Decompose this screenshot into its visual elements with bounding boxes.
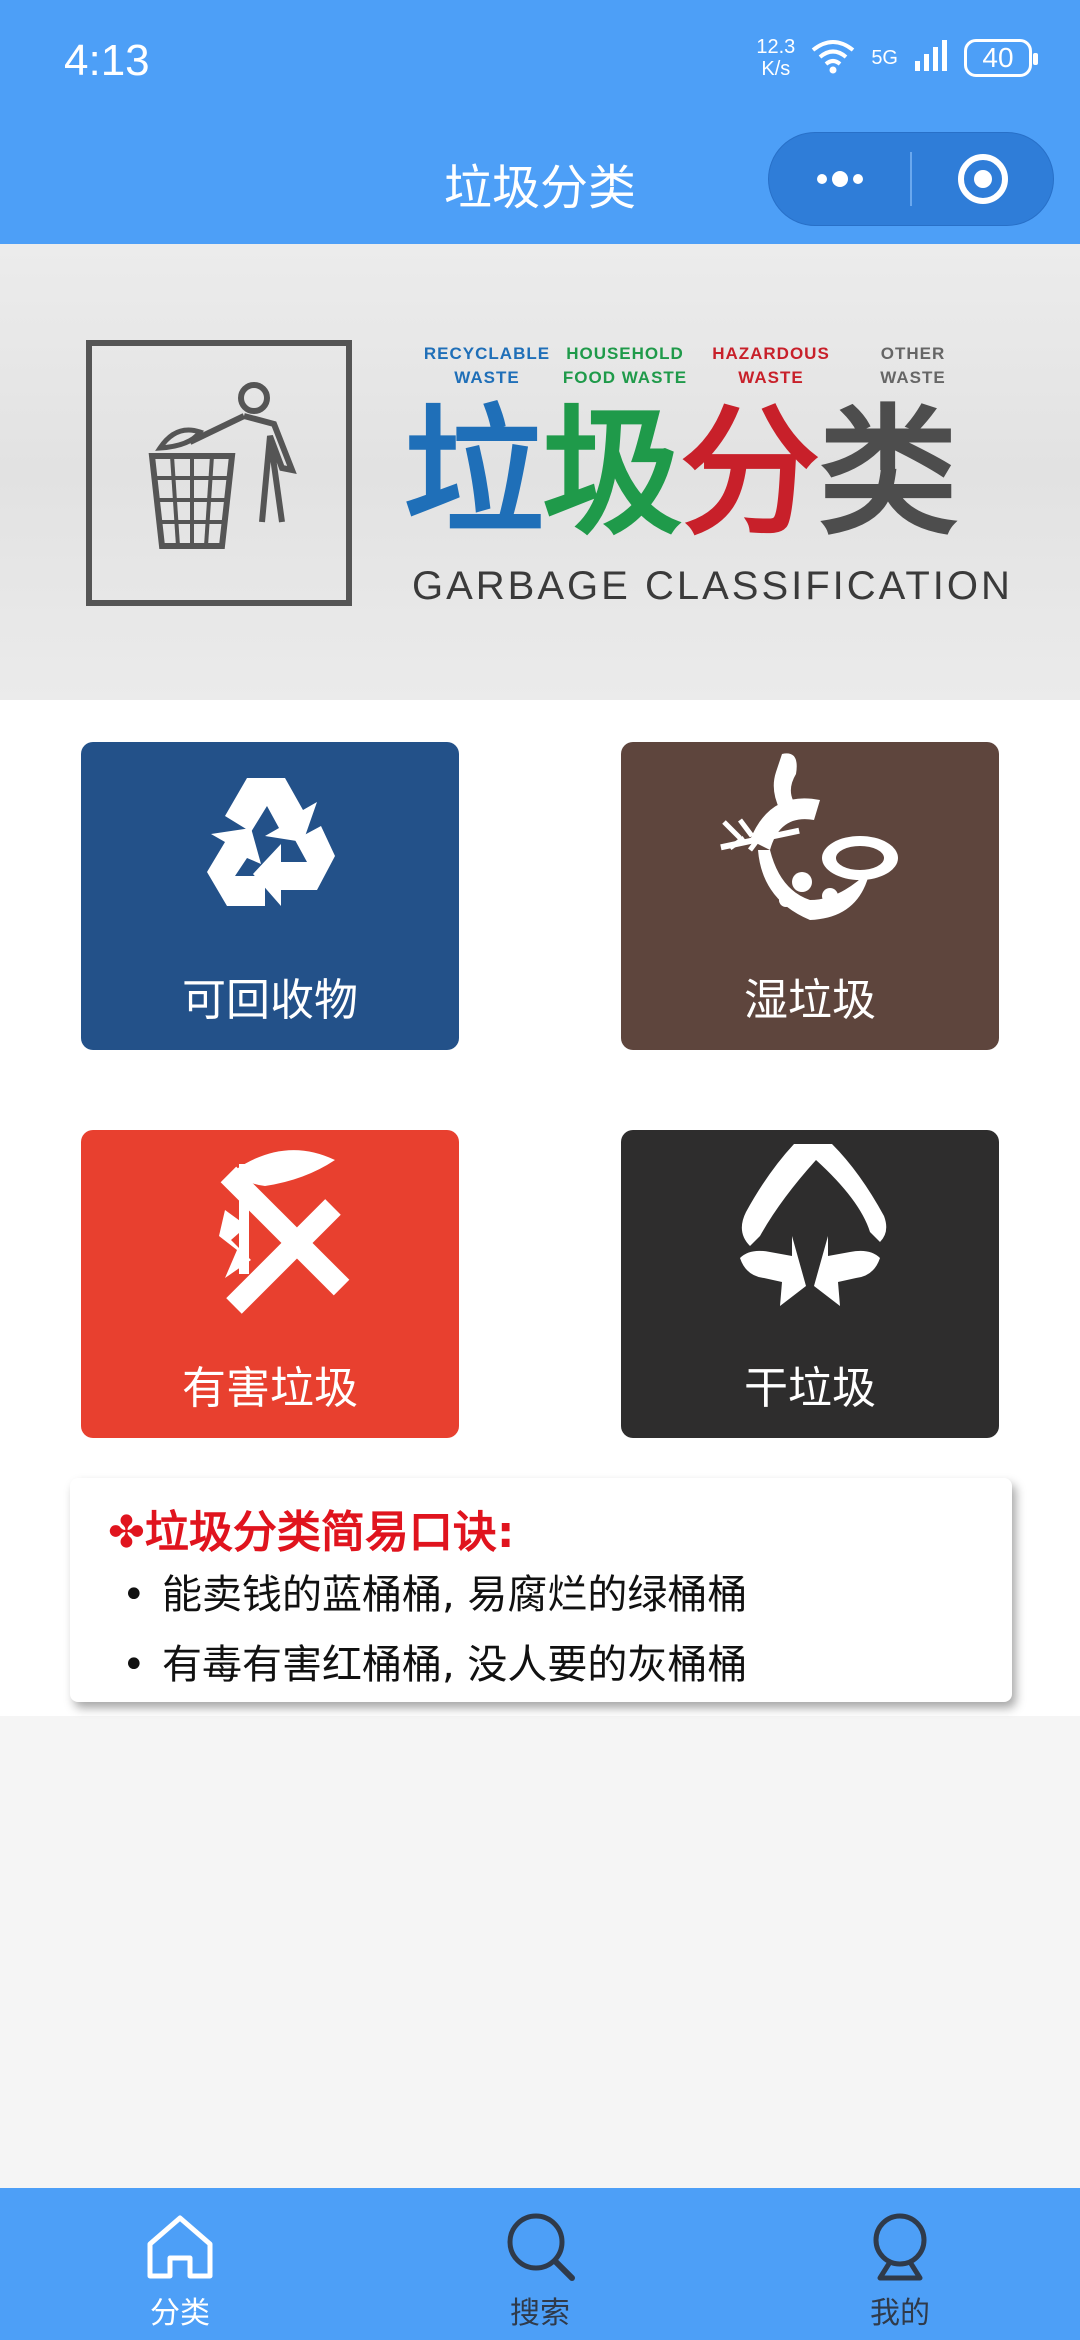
tab-search[interactable]: 搜索 <box>360 2188 720 2340</box>
banner-char: 垃 <box>404 392 544 555</box>
tab-classify[interactable]: 分类 <box>0 2188 360 2340</box>
more-dots-icon <box>816 171 863 187</box>
tab-label: 我的 <box>870 2296 930 2331</box>
card-label: 湿垃圾 <box>744 975 876 1026</box>
banner-image: RECYCLABLE WASTE HOUSEHOLD FOOD WASTE HA… <box>0 244 1080 700</box>
more-button[interactable] <box>769 133 910 225</box>
card-label: 有害垃圾 <box>182 1363 358 1414</box>
tab-label: 搜索 <box>510 2296 570 2331</box>
network-speed: 12.3 K/s <box>756 36 795 80</box>
residual-waste-icon <box>621 1144 999 1324</box>
hazardous-icon <box>81 1150 459 1324</box>
food-waste-icon <box>621 753 999 936</box>
banner-char: 类 <box>818 392 958 555</box>
card-label: 可回收物 <box>182 975 358 1026</box>
home-icon <box>142 2208 218 2284</box>
net-speed-unit: K/s <box>761 58 791 80</box>
profile-icon <box>862 2208 938 2284</box>
tab-mine[interactable]: 我的 <box>720 2188 1080 2340</box>
signal-icon <box>914 39 948 78</box>
card-label: 干垃圾 <box>744 1363 876 1414</box>
signal-5g-label: 5G <box>871 46 898 69</box>
category-grid: 可回收物 湿垃圾 有害垃圾 干垃圾 ✤垃圾分类简易口诀: • 能卖钱的蓝桶桶, … <box>0 700 1080 1716</box>
trash-person-icon <box>148 382 297 549</box>
wifi-icon <box>811 38 855 79</box>
banner-char: 圾 <box>542 392 682 555</box>
tips-card: ✤垃圾分类简易口诀: • 能卖钱的蓝桶桶, 易腐烂的绿桶桶 • 有毒有害红桶桶, 没… <box>70 1478 1012 1702</box>
tips-line: • 能卖钱的蓝桶桶, 易腐烂的绿桶桶 <box>122 1572 748 1618</box>
bullet: • <box>122 1572 146 1618</box>
mini-program-capsule <box>768 132 1054 226</box>
banner-cat-food: HOUSEHOLD FOOD WASTE <box>562 344 688 387</box>
banner-title: 垃圾分类 <box>404 392 958 555</box>
recycle-icon <box>81 766 459 936</box>
card-dry-waste[interactable]: 干垃圾 <box>621 1130 999 1438</box>
bottom-tab-bar: 分类 搜索 我的 <box>0 2188 1080 2340</box>
tab-label: 分类 <box>150 2296 210 2331</box>
close-button[interactable] <box>912 133 1053 225</box>
status-time: 4:13 <box>64 36 150 85</box>
banner-char: 分 <box>680 392 820 555</box>
battery-indicator: 40 <box>964 39 1038 77</box>
card-hazardous[interactable]: 有害垃圾 <box>81 1130 459 1438</box>
tips-line: • 有毒有害红桶桶, 没人要的灰桶桶 <box>122 1642 748 1688</box>
bullet: • <box>122 1642 146 1688</box>
card-wet-waste[interactable]: 湿垃圾 <box>621 742 999 1050</box>
banner-subtitle: GARBAGE CLASSIFICATION <box>412 564 1013 608</box>
net-speed-value: 12.3 <box>756 36 796 58</box>
trash-logo <box>86 340 352 606</box>
top-bar: 4:13 12.3 K/s 5G 40 垃圾分类 <box>0 0 1080 244</box>
status-icons: 12.3 K/s 5G 40 <box>756 36 1038 80</box>
banner-cat-other: OTHER WASTE <box>880 344 946 387</box>
tips-heading: ✤垃圾分类简易口诀: <box>108 1507 515 1558</box>
search-icon <box>502 2208 578 2284</box>
target-close-icon <box>957 154 1008 204</box>
card-recyclable[interactable]: 可回收物 <box>81 742 459 1050</box>
